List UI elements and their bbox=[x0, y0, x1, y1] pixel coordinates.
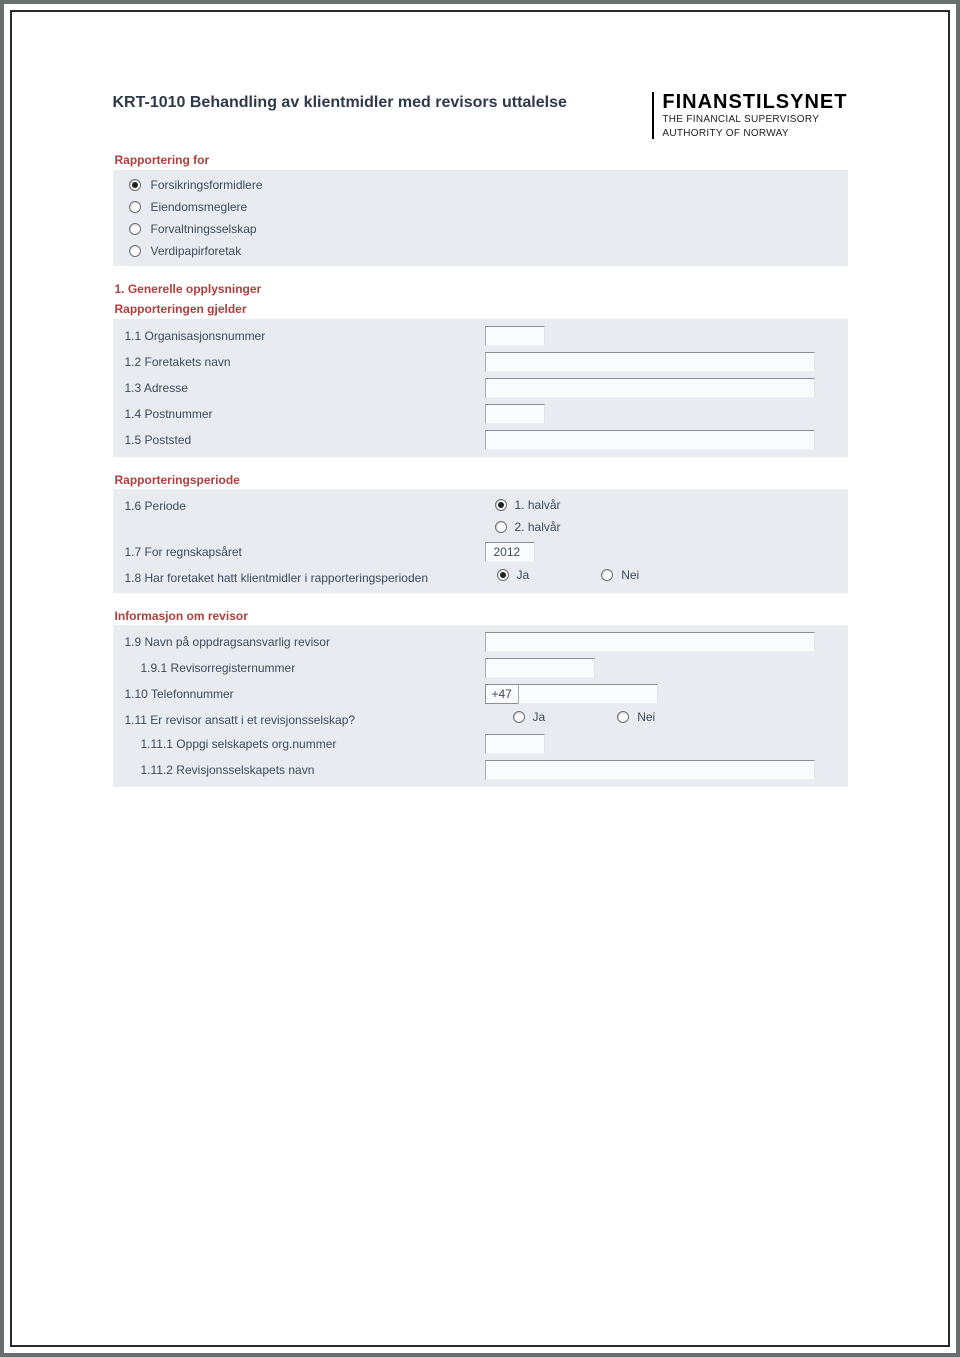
logo-main-text: FINANSTILSYNET bbox=[662, 92, 847, 112]
inner-frame: KRT-1010 Behandling av klientmidler med … bbox=[10, 10, 950, 1347]
label-klientmidler: 1.8 Har foretaket hatt klientmidler i ra… bbox=[125, 568, 485, 585]
logo-sub-line1: THE FINANCIAL SUPERVISORY bbox=[662, 114, 847, 126]
option-label: Ja bbox=[533, 710, 546, 724]
panel-rapporteringen-gjelder: 1.1 Organisasjonsnummer 1.2 Foretakets n… bbox=[113, 319, 848, 457]
radio-icon bbox=[495, 521, 507, 533]
label-regnskapsaret: 1.7 For regnskapsåret bbox=[125, 542, 485, 559]
option-eiendomsmeglere[interactable]: Eiendomsmeglere bbox=[113, 196, 848, 218]
option-label: Forsikringsformidlere bbox=[151, 178, 263, 192]
section1b-heading: Rapporteringsperiode bbox=[115, 473, 846, 487]
option-klientmidler-nei[interactable]: Nei bbox=[589, 568, 639, 582]
form-title: KRT-1010 Behandling av klientmidler med … bbox=[113, 92, 567, 114]
panel-informasjon-om-revisor: 1.9 Navn på oppdragsansvarlig revisor 1.… bbox=[113, 625, 848, 787]
row-regnskapsaret: 1.7 For regnskapsåret 2012 bbox=[113, 539, 848, 565]
input-revisor-navn[interactable] bbox=[485, 632, 815, 652]
input-orgnummer[interactable] bbox=[485, 326, 545, 346]
option-label: 1. halvår bbox=[515, 498, 561, 512]
option-label: 2. halvår bbox=[515, 520, 561, 534]
radio-icon bbox=[601, 569, 613, 581]
header-row: KRT-1010 Behandling av klientmidler med … bbox=[113, 92, 848, 139]
label-selskap-orgnummer: 1.11.1 Oppgi selskapets org.nummer bbox=[125, 734, 485, 751]
option-revisor-ansatt-ja[interactable]: Ja bbox=[485, 710, 546, 724]
radio-icon bbox=[129, 201, 141, 213]
radio-icon bbox=[495, 499, 507, 511]
row-foretakets-navn: 1.2 Foretakets navn bbox=[113, 349, 848, 375]
label-foretakets-navn: 1.2 Foretakets navn bbox=[125, 352, 485, 369]
option-label: Forvaltningsselskap bbox=[151, 222, 257, 236]
label-telefonnummer: 1.10 Telefonnummer bbox=[125, 684, 485, 701]
label-revisjonsselskap-navn: 1.11.2 Revisjonsselskapets navn bbox=[125, 760, 485, 777]
label-poststed: 1.5 Poststed bbox=[125, 430, 485, 447]
label-revisor-ansatt: 1.11 Er revisor ansatt i et revisjonssel… bbox=[125, 710, 485, 727]
option-label: Ja bbox=[517, 568, 530, 582]
row-revisjonsselskap-navn: 1.11.2 Revisjonsselskapets navn bbox=[113, 757, 848, 783]
option-revisor-ansatt-nei[interactable]: Nei bbox=[605, 710, 655, 724]
radio-icon bbox=[497, 569, 509, 581]
input-regnskapsaret[interactable]: 2012 bbox=[485, 542, 535, 562]
authority-logo: FINANSTILSYNET THE FINANCIAL SUPERVISORY… bbox=[652, 92, 847, 139]
radio-icon bbox=[513, 711, 525, 723]
row-poststed: 1.5 Poststed bbox=[113, 427, 848, 453]
input-revisorregisternummer[interactable] bbox=[485, 658, 595, 678]
option-label: Verdipapirforetak bbox=[151, 244, 242, 258]
section1c-heading: Informasjon om revisor bbox=[115, 609, 846, 623]
row-orgnummer: 1.1 Organisasjonsnummer bbox=[113, 323, 848, 349]
row-klientmidler: 1.8 Har foretaket hatt klientmidler i ra… bbox=[113, 565, 848, 589]
option-forvaltningsselskap[interactable]: Forvaltningsselskap bbox=[113, 218, 848, 240]
label-adresse: 1.3 Adresse bbox=[125, 378, 485, 395]
input-adresse[interactable] bbox=[485, 378, 815, 398]
input-selskap-orgnummer[interactable] bbox=[485, 734, 545, 754]
input-telefonnummer[interactable] bbox=[518, 684, 658, 704]
option-forsikringsformidlere[interactable]: Forsikringsformidlere bbox=[113, 174, 848, 196]
option-label: Eiendomsmeglere bbox=[151, 200, 248, 214]
label-orgnummer: 1.1 Organisasjonsnummer bbox=[125, 326, 485, 343]
section1-heading: 1. Generelle opplysninger bbox=[115, 282, 846, 296]
label-periode: 1.6 Periode bbox=[125, 496, 485, 513]
input-poststed[interactable] bbox=[485, 430, 815, 450]
outer-frame: KRT-1010 Behandling av klientmidler med … bbox=[0, 0, 960, 1357]
input-postnummer[interactable] bbox=[485, 404, 545, 424]
input-foretakets-navn[interactable] bbox=[485, 352, 815, 372]
panel-rapportering-for: Forsikringsformidlere Eiendomsmeglere Fo… bbox=[113, 170, 848, 266]
row-periode: 1.6 Periode 1. halvår 2. halvår bbox=[113, 493, 848, 539]
row-revisor-ansatt: 1.11 Er revisor ansatt i et revisjonssel… bbox=[113, 707, 848, 731]
section-rapportering-for-heading: Rapportering for bbox=[115, 153, 846, 167]
option-label: Nei bbox=[621, 568, 639, 582]
radio-icon bbox=[129, 245, 141, 257]
label-revisor-navn: 1.9 Navn på oppdragsansvarlig revisor bbox=[125, 632, 485, 649]
panel-rapporteringsperiode: 1.6 Periode 1. halvår 2. halvår 1.7 For bbox=[113, 489, 848, 593]
row-revisorregisternummer: 1.9.1 Revisorregisternummer bbox=[113, 655, 848, 681]
option-2halvar[interactable]: 2. halvår bbox=[485, 518, 840, 536]
section1a-heading: Rapporteringen gjelder bbox=[115, 302, 846, 316]
option-verdipapirforetak[interactable]: Verdipapirforetak bbox=[113, 240, 848, 262]
radio-icon bbox=[129, 179, 141, 191]
row-revisor-navn: 1.9 Navn på oppdragsansvarlig revisor bbox=[113, 629, 848, 655]
label-revisorregisternummer: 1.9.1 Revisorregisternummer bbox=[125, 658, 485, 675]
row-adresse: 1.3 Adresse bbox=[113, 375, 848, 401]
row-postnummer: 1.4 Postnummer bbox=[113, 401, 848, 427]
input-revisjonsselskap-navn[interactable] bbox=[485, 760, 815, 780]
logo-sub-line2: AUTHORITY OF NORWAY bbox=[662, 128, 847, 140]
option-label: Nei bbox=[637, 710, 655, 724]
row-telefonnummer: 1.10 Telefonnummer +47 bbox=[113, 681, 848, 707]
page-content: KRT-1010 Behandling av klientmidler med … bbox=[113, 92, 848, 787]
row-selskap-orgnummer: 1.11.1 Oppgi selskapets org.nummer bbox=[113, 731, 848, 757]
radio-icon bbox=[617, 711, 629, 723]
option-klientmidler-ja[interactable]: Ja bbox=[485, 568, 530, 582]
label-postnummer: 1.4 Postnummer bbox=[125, 404, 485, 421]
phone-prefix: +47 bbox=[485, 684, 518, 704]
option-1halvar[interactable]: 1. halvår bbox=[485, 496, 840, 518]
radio-icon bbox=[129, 223, 141, 235]
